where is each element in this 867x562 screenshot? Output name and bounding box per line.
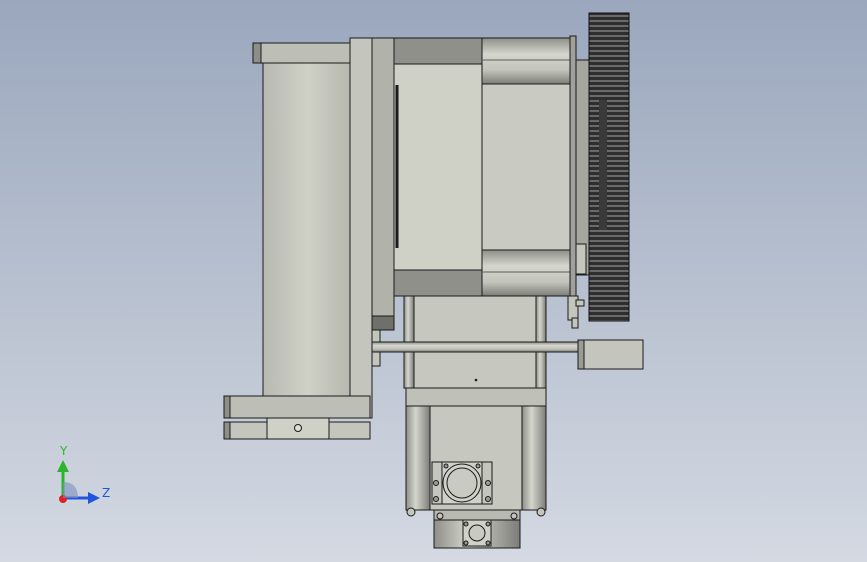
left-housing	[223, 37, 395, 440]
cross-rod	[371, 341, 579, 353]
base-foot-upper	[223, 395, 371, 419]
gearbox-top-band	[393, 37, 483, 65]
gearbox-body	[393, 35, 577, 299]
gearbox-bottom-band	[393, 269, 483, 297]
bottom-motor	[405, 387, 547, 549]
upper-boss	[481, 37, 575, 85]
bracket-clip	[567, 295, 585, 329]
rod-end-block	[577, 339, 644, 370]
y-axis-arrow	[57, 460, 69, 472]
orientation-triad[interactable]: Y Z	[57, 444, 110, 504]
base-foot-hole	[294, 424, 302, 432]
large-gear	[575, 12, 630, 322]
gear-teeth	[588, 12, 630, 322]
housing-body	[262, 62, 354, 397]
housing-top-flange	[252, 42, 354, 64]
z-axis-label: Z	[102, 486, 110, 500]
z-axis-arrow	[88, 492, 100, 504]
mounting-bore	[446, 467, 478, 499]
y-axis-label: Y	[59, 444, 68, 458]
cad-viewport[interactable]: Y Z	[0, 0, 867, 562]
lower-boss	[481, 249, 575, 297]
